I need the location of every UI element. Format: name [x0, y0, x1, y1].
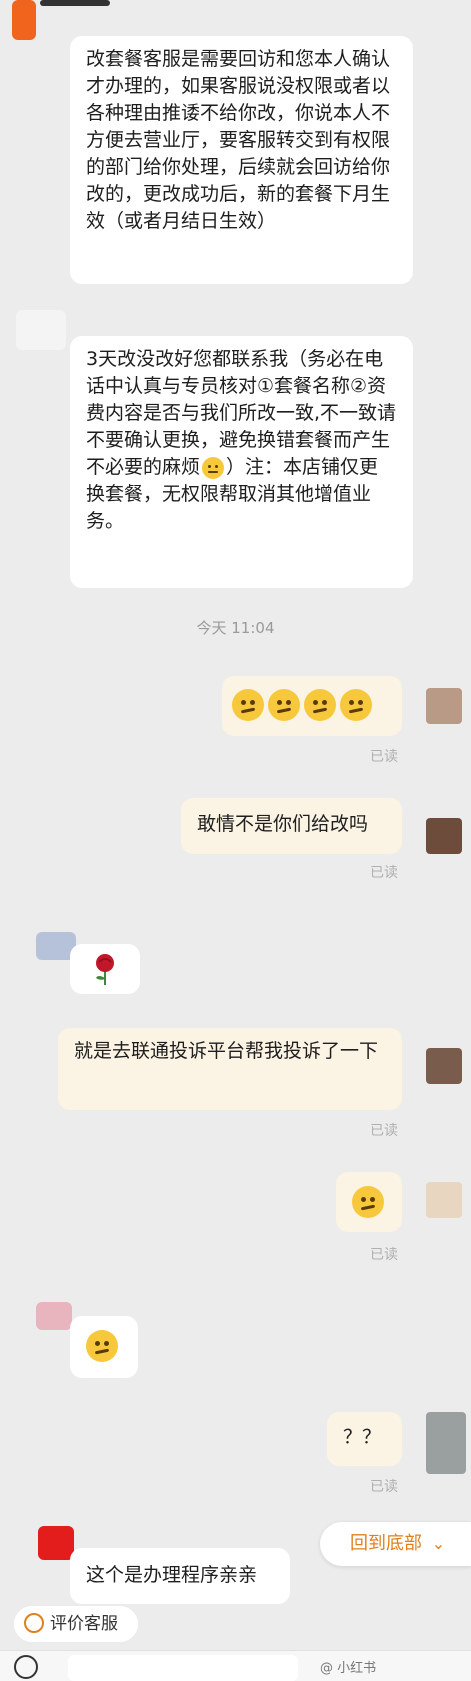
voice-icon[interactable]	[14, 1655, 38, 1679]
outgoing-message: 就是去联通投诉平台帮我投诉了一下	[58, 1028, 402, 1110]
outgoing-message: 敢情不是你们给改吗	[181, 798, 402, 854]
read-status: 已读	[370, 1123, 398, 1139]
avatar	[426, 1182, 462, 1218]
outgoing-message	[336, 1172, 402, 1232]
top-blur-fragment	[40, 0, 110, 6]
smirk-emoji-icon	[304, 689, 336, 721]
message-text: 改套餐客服是需要回访和您本人确认才办理的，如果客服说没权限或者以各种理由推诿不给…	[86, 48, 391, 232]
message-input[interactable]	[68, 1655, 298, 1681]
chevron-double-down-icon: ⌄	[431, 1534, 446, 1553]
avatar	[38, 1526, 74, 1560]
avatar	[426, 1048, 462, 1084]
smirk-emoji-icon	[352, 1186, 384, 1218]
avatar	[16, 310, 66, 350]
read-status: 已读	[370, 865, 398, 881]
top-avatar-fragment	[12, 0, 36, 40]
incoming-message: 改套餐客服是需要回访和您本人确认才办理的，如果客服说没权限或者以各种理由推诿不给…	[70, 36, 413, 284]
scroll-to-bottom-label: 回到底部	[350, 1533, 422, 1554]
timestamp: 今天 11:04	[196, 619, 275, 637]
scroll-to-bottom-button[interactable]: 回到底部 ⌄	[320, 1522, 471, 1566]
smirk-emoji-icon	[268, 689, 300, 721]
incoming-message	[70, 1316, 138, 1378]
read-status: 已读	[370, 1247, 398, 1263]
avatar	[426, 818, 462, 854]
incoming-message: 3天改没改好您都联系我（务必在电话中认真与专员核对①套餐名称②资费内容是否与我们…	[70, 336, 413, 588]
avatar	[426, 688, 462, 724]
message-text: 这个是办理程序亲亲	[86, 1564, 258, 1586]
outgoing-message	[222, 676, 402, 736]
smirk-emoji-icon	[232, 689, 264, 721]
watermark: @ 小红书	[320, 1661, 377, 1676]
incoming-message: 这个是办理程序亲亲	[70, 1548, 290, 1604]
message-text: 就是去联通投诉平台帮我投诉了一下	[74, 1040, 379, 1062]
input-bar: @ 小红书	[0, 1650, 471, 1681]
rose-icon	[96, 954, 114, 985]
avatar	[426, 1412, 466, 1474]
blush-emoji-icon	[202, 456, 225, 479]
smile-icon	[24, 1613, 44, 1633]
read-status: 已读	[370, 749, 398, 765]
message-text: 敢情不是你们给改吗	[197, 813, 369, 835]
message-text: ？？	[343, 1426, 382, 1448]
outgoing-message: ？？	[327, 1412, 402, 1466]
read-status: 已读	[370, 1479, 398, 1495]
rate-service-button[interactable]: 评价客服	[14, 1606, 138, 1642]
incoming-message	[70, 944, 140, 994]
smirk-emoji-icon	[340, 689, 372, 721]
avatar	[36, 1302, 72, 1330]
blush-smile-emoji-icon	[86, 1330, 118, 1362]
rate-service-label: 评价客服	[50, 1614, 118, 1634]
